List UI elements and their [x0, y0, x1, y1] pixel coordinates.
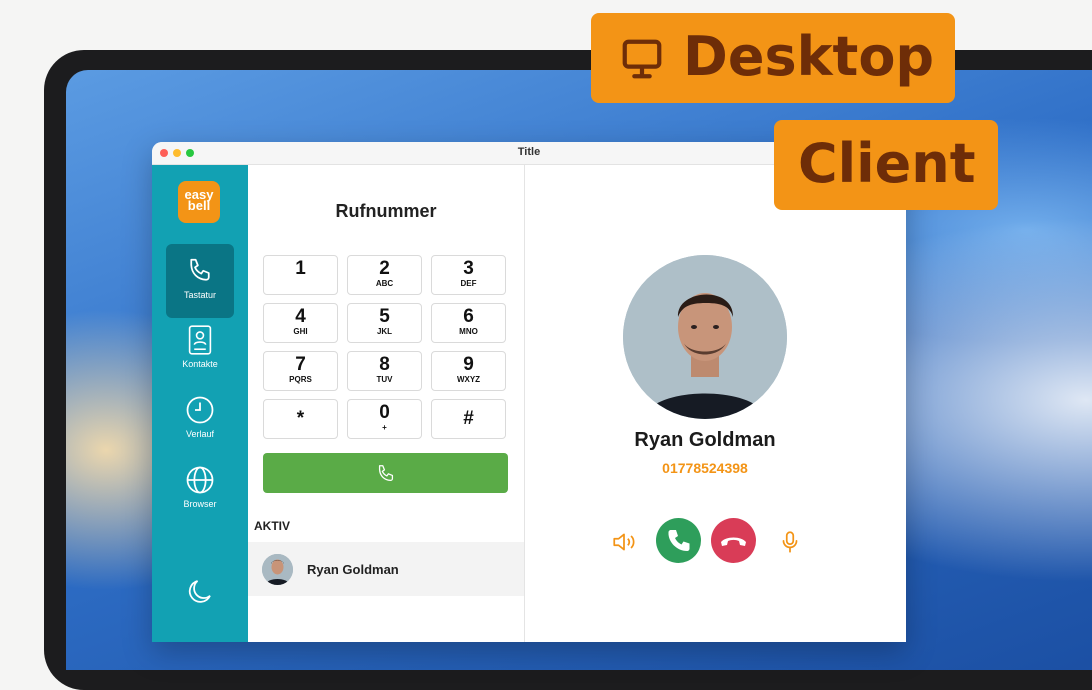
moon-icon: [166, 577, 234, 607]
desktop-badge-text: Desktop: [683, 25, 935, 88]
dial-key-8[interactable]: 8 TUV: [347, 351, 422, 391]
speaker-icon: [611, 533, 637, 559]
avatar: [262, 554, 293, 585]
contact-book-icon: [166, 325, 234, 355]
monitor-icon: [619, 36, 665, 86]
dial-key-3[interactable]: 3 DEF: [431, 255, 506, 295]
microphone-button[interactable]: [777, 529, 803, 555]
call-button[interactable]: [263, 453, 508, 493]
globe-icon: [166, 465, 234, 495]
app-window: Title easy bell Tastatur Kontakte Verlau…: [152, 142, 906, 642]
phone-accept-icon: [656, 530, 701, 567]
sidebar-item-label: Tastatur: [183, 290, 216, 300]
hangup-button[interactable]: [711, 518, 756, 563]
dial-key-0[interactable]: 0 +: [347, 399, 422, 439]
dial-key-hash[interactable]: #: [431, 399, 506, 439]
clock-icon: [166, 395, 234, 425]
active-call-name: Ryan Goldman: [307, 562, 399, 577]
dial-key-star[interactable]: *: [263, 399, 338, 439]
accept-call-button[interactable]: [656, 518, 701, 563]
phone-icon: [166, 256, 234, 286]
sidebar-item-kontakte[interactable]: Kontakte: [166, 325, 234, 399]
speaker-button[interactable]: [611, 529, 637, 555]
sidebar-item-verlauf[interactable]: Verlauf: [166, 395, 234, 469]
contact-name: Ryan Goldman: [634, 429, 776, 451]
sidebar-item-label: Verlauf: [185, 429, 215, 439]
number-input-title: Rufnummer: [335, 201, 437, 221]
dial-key-9[interactable]: 9 WXYZ: [431, 351, 506, 391]
microphone-icon: [777, 531, 803, 559]
client-badge-text: Client: [798, 132, 976, 195]
active-call-item[interactable]: Ryan Goldman: [248, 542, 524, 596]
contact-number: 01778524398: [662, 460, 748, 476]
client-badge: Client: [774, 120, 998, 210]
active-calls-heading: AKTIV: [254, 519, 290, 533]
sidebar-item-browser[interactable]: Browser: [166, 465, 234, 539]
call-detail-panel: Ryan Goldman 01778524398: [525, 165, 906, 642]
sidebar: easy bell Tastatur Kontakte Verlauf Brow…: [152, 165, 248, 642]
contact-avatar: [623, 255, 787, 419]
theme-toggle[interactable]: [166, 577, 234, 642]
dial-key-7[interactable]: 7 PQRS: [263, 351, 338, 391]
desktop-badge: Desktop: [591, 13, 955, 103]
easybell-logo: easy bell: [178, 181, 220, 223]
sidebar-item-label: Browser: [183, 499, 217, 509]
sidebar-item-label: Kontakte: [182, 359, 218, 369]
dial-key-6[interactable]: 6 MNO: [431, 303, 506, 343]
dial-key-4[interactable]: 4 GHI: [263, 303, 338, 343]
phone-hangup-icon: [711, 537, 756, 567]
dial-key-1[interactable]: 1: [263, 255, 338, 295]
dial-key-2[interactable]: 2 ABC: [347, 255, 422, 295]
dial-key-5[interactable]: 5 JKL: [347, 303, 422, 343]
dialpad-panel: Rufnummer 1 2 ABC 3 DEF 4 GHI 5 JKL 6 MNO 7 PQ…: [248, 165, 525, 642]
sidebar-item-tastatur[interactable]: Tastatur: [166, 244, 234, 318]
